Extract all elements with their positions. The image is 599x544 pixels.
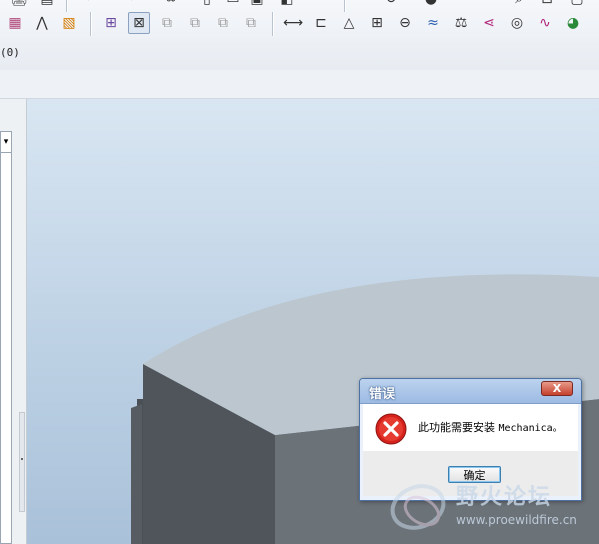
texture-icon[interactable]: ▦ [4,12,26,34]
model-tree-icon[interactable]: ⊞ [100,12,122,34]
close-icon: X [552,382,562,395]
analysis-icon[interactable]: ⋖ [478,12,500,34]
zoom-icon[interactable]: ⊡ [536,0,558,10]
toolbar-strip [0,70,599,99]
mirror-icon[interactable]: ◧ [276,0,298,10]
toolbar-row-2: ▦ ⋀ ▧ ⊞ ⊠ ⧉ ⧉ ⧉ ⧉ ⟷ ⊏ △ ⊞ ⊖ ≈ ⚖ ⋖ ◎ ∿ ◕ [0,12,599,38]
model-tree-pane[interactable] [0,153,12,544]
status-line: (0) [0,46,20,59]
spin-icon[interactable]: ↻ [380,0,402,10]
enhanced-shading-icon[interactable]: ⧉ [240,12,262,34]
new-icon[interactable]: ▯ [196,0,218,10]
panel-splitter[interactable] [19,412,25,512]
site-watermark: 野火论坛 www.proewildfire.cn [388,475,599,544]
deviation-icon[interactable]: ∿ [534,12,556,34]
surface-finish-icon[interactable]: ⊏ [310,12,332,34]
curvature-icon[interactable]: ≈ [422,12,444,34]
dimension-icon[interactable]: ⟷ [282,12,304,34]
wireframe-icon[interactable]: ⊠ [128,12,150,34]
geom-tolerance-icon[interactable]: ⊖ [394,12,416,34]
table-icon[interactable]: ⊞ [366,12,388,34]
wedge-icon[interactable]: ⋀ [31,12,53,34]
toolbar: 🖨 ▤ ↶ ↷ ∞ ▯ ▭ ▣ ◧ ⋯ ↻ ● ⌕ ⊡ ▢ ▦ ⋀ ▧ ⊞ ⊠ … [0,0,599,71]
error-message: 此功能需要安装 Mechanica。 [418,421,563,434]
dialog-body: 此功能需要安装 Mechanica。 [363,404,578,451]
color-swatch-icon[interactable]: ▧ [58,12,80,34]
shade-color-icon[interactable]: ◕ [562,12,584,34]
draft-icon[interactable]: ◎ [506,12,528,34]
settings-icon[interactable]: ▢ [566,0,588,10]
save-icon[interactable]: ▤ [36,0,58,10]
model-tab-front [131,404,142,544]
search-icon[interactable]: ⌕ [508,0,530,10]
print-icon[interactable]: 🖨 [8,0,30,10]
no-hidden-icon[interactable]: ⧉ [184,12,206,34]
sphere-icon[interactable]: ● [420,0,442,10]
paste-icon[interactable]: ▣ [246,0,268,10]
close-button[interactable]: X [541,381,573,396]
dialog-title-bar[interactable]: 错误 X [360,379,581,404]
link-icon[interactable]: ∞ [160,0,182,10]
navigator-dropdown[interactable]: ▾ [0,131,12,153]
shading-icon[interactable]: ⧉ [212,12,234,34]
copy-icon[interactable]: ▭ [222,0,244,10]
weight-icon[interactable]: ⚖ [450,12,472,34]
dialog-title: 错误 [369,387,396,402]
layer-icon[interactable]: ⋯ [300,0,322,10]
watermark-url: www.proewildfire.cn [456,513,577,527]
datum-icon[interactable]: △ [338,12,360,34]
watermark-text: 野火论坛 [456,485,553,510]
redo-icon[interactable]: ↷ [118,0,140,10]
watermark-logo-icon [390,484,446,530]
error-icon [375,413,407,445]
undo-icon[interactable]: ↶ [80,0,102,10]
hidden-line-icon[interactable]: ⧉ [156,12,178,34]
